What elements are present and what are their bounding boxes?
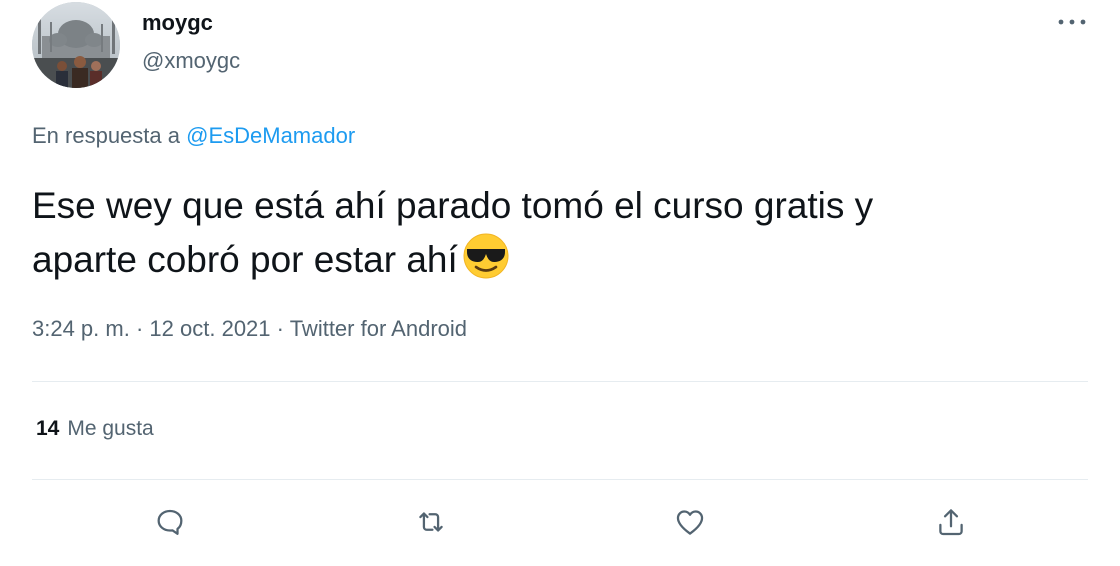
like-button[interactable] <box>668 500 712 544</box>
likes-label: Me gusta <box>67 417 154 440</box>
reply-mention-link[interactable]: @EsDeMamador <box>186 123 355 148</box>
avatar[interactable] <box>32 2 120 88</box>
reply-button[interactable] <box>148 500 192 544</box>
tweet-text: Ese wey que está ahí parado tomó el curs… <box>32 180 1072 286</box>
reply-prefix: En respuesta a <box>32 123 180 148</box>
profile-photo <box>32 2 120 88</box>
likes-stat[interactable]: 14 Me gusta <box>36 417 154 441</box>
tweet-date[interactable]: 12 oct. 2021 <box>149 316 270 341</box>
author-display-name[interactable]: moygc <box>142 10 213 36</box>
divider <box>32 479 1088 480</box>
share-button[interactable] <box>929 500 973 544</box>
author-handle[interactable]: @xmoygc <box>142 48 240 74</box>
tweet-text-line-2: aparte cobró por estar ahí <box>32 239 458 280</box>
divider <box>32 381 1088 382</box>
tweet-time[interactable]: 3:24 p. m. <box>32 316 130 341</box>
meta-separator: · <box>276 316 284 341</box>
reply-context: En respuesta a @EsDeMamador <box>32 123 355 149</box>
reply-icon <box>157 509 183 535</box>
sunglasses-emoji-icon <box>462 232 510 280</box>
tweet-source-link[interactable]: Twitter for Android <box>290 316 467 341</box>
likes-count: 14 <box>36 417 60 440</box>
retweet-icon <box>419 512 443 532</box>
tweet-text-line-1: Ese wey que está ahí parado tomó el curs… <box>32 185 874 226</box>
share-icon <box>939 509 963 536</box>
meta-separator: · <box>135 316 144 341</box>
like-icon <box>676 510 704 535</box>
tweet-meta: 3:24 p. m. · 12 oct. 2021 · Twitter for … <box>32 316 467 342</box>
more-icon[interactable] <box>1052 6 1092 34</box>
retweet-button[interactable] <box>409 500 453 544</box>
